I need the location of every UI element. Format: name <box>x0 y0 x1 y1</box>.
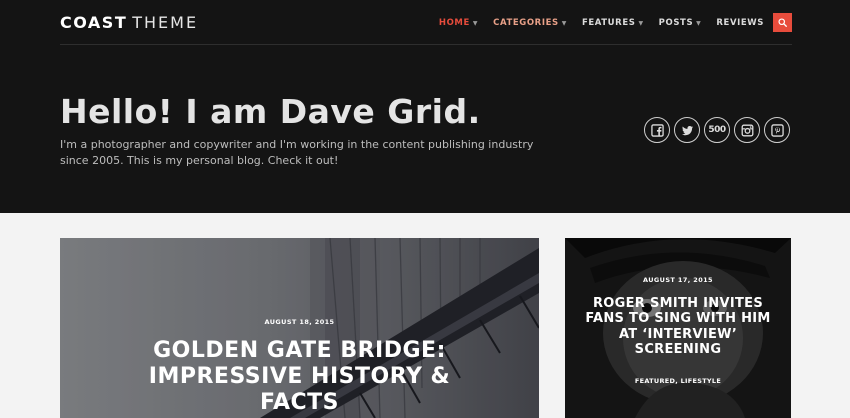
nav-label: FEATURES <box>581 18 636 28</box>
nav-label: POSTS <box>658 18 694 28</box>
chevron-down-icon: ▼ <box>638 19 644 27</box>
post-date: AUGUST 17, 2015 <box>643 276 713 284</box>
facebook-link[interactable] <box>644 117 670 143</box>
main-nav: HOME ▼ CATEGORIES ▼ FEATURES ▼ POSTS ▼ REVIE… <box>424 18 764 28</box>
500px-icon: 500 <box>708 125 726 135</box>
chevron-down-icon: ▼ <box>696 19 702 27</box>
twitter-icon <box>681 125 693 135</box>
nav-label: CATEGORIES <box>493 18 559 28</box>
post-title[interactable]: GOLDEN GATE BRIDGE: IMPRESSIVE HISTORY &… <box>120 338 479 416</box>
search-button[interactable] <box>773 13 792 32</box>
logo-bold: COAST <box>60 13 128 32</box>
facebook-icon <box>650 123 664 137</box>
social-links: 500 <box>644 117 790 143</box>
nav-item-features[interactable]: FEATURES ▼ <box>582 18 644 28</box>
featured-post-card[interactable]: AUGUST 18, 2015 GOLDEN GATE BRIDGE: IMPR… <box>60 238 539 418</box>
pinterest-link[interactable] <box>764 117 790 143</box>
instagram-link[interactable] <box>734 117 760 143</box>
nav-label: REVIEWS <box>716 18 764 28</box>
side-post-card[interactable]: AUGUST 17, 2015 ROGER SMITH INVITES FANS… <box>565 238 791 418</box>
intro-text: I'm a photographer and copywriter and I'… <box>60 138 534 167</box>
500px-link[interactable]: 500 <box>704 117 730 143</box>
post-title[interactable]: ROGER SMITH INVITES FANS TO SING WITH HI… <box>583 296 773 357</box>
chevron-down-icon: ▼ <box>472 19 479 27</box>
nav-item-categories[interactable]: CATEGORIES ▼ <box>493 18 567 28</box>
site-header: COAST THEME HOME ▼ CATEGORIES ▼ FEATURES ▼ P… <box>0 0 850 213</box>
logo-light: THEME <box>132 13 199 32</box>
nav-item-posts[interactable]: POSTS ▼ <box>659 18 702 28</box>
post-date: AUGUST 18, 2015 <box>264 318 335 326</box>
search-icon <box>778 18 787 27</box>
site-logo[interactable]: COAST THEME <box>60 13 198 32</box>
post-categories[interactable]: FEATURED, LIFESTYLE <box>565 377 791 385</box>
instagram-icon <box>741 124 753 136</box>
nav-item-reviews[interactable]: REVIEWS <box>716 18 764 28</box>
pinterest-icon <box>770 123 784 137</box>
page-title: Hello! I am Dave Grid. <box>60 92 481 131</box>
nav-label: HOME <box>438 18 470 28</box>
twitter-link[interactable] <box>674 117 700 143</box>
chevron-down-icon: ▼ <box>561 19 567 27</box>
header-divider <box>60 44 792 45</box>
nav-item-home[interactable]: HOME ▼ <box>439 18 478 28</box>
